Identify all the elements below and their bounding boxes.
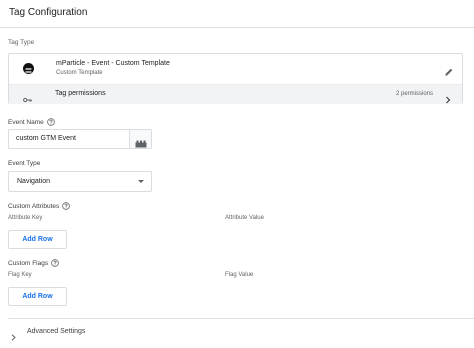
dropdown-caret-icon (138, 180, 144, 183)
help-icon[interactable] (51, 259, 59, 267)
chevron-right-icon[interactable] (11, 328, 16, 341)
tag-permissions-label: Tag permissions (55, 90, 106, 97)
tag-template-name: mParticle - Event - Custom Template (56, 60, 170, 67)
tag-template-subtitle: Custom Template (56, 70, 103, 76)
flag-value-header: Flag Value (225, 272, 254, 278)
flag-key-header: Flag Key (8, 272, 32, 278)
add-attribute-row-button[interactable]: Add Row (8, 230, 67, 249)
edit-pencil-icon[interactable] (444, 64, 454, 76)
add-flag-row-button[interactable]: Add Row (8, 287, 67, 306)
event-name-input[interactable]: custom GTM Event (8, 129, 152, 149)
panel-header: Tag Configuration (0, 0, 474, 28)
variable-block-icon (135, 135, 147, 148)
event-name-label-group: Event Name (8, 118, 55, 126)
attribute-key-header: Attribute Key (8, 215, 43, 221)
custom-attributes-label: Custom Attributes (8, 202, 60, 210)
key-icon (23, 91, 32, 103)
divider (8, 318, 474, 319)
tag-type-summary[interactable]: mParticle - Event - Custom Template Cust… (9, 54, 462, 84)
tag-type-label: Tag Type (8, 39, 35, 46)
help-icon[interactable] (46, 118, 55, 126)
event-name-value: custom GTM Event (16, 135, 76, 142)
custom-flags-label: Custom Flags (8, 259, 49, 267)
tag-permissions-count: 2 permissions (395, 91, 433, 97)
event-type-value: Navigation (17, 178, 51, 185)
advanced-settings-toggle[interactable]: Advanced Settings (27, 328, 85, 335)
custom-attributes-label-group: Custom Attributes (8, 202, 71, 210)
help-icon[interactable] (62, 202, 71, 210)
event-type-select[interactable]: Navigation (8, 171, 152, 192)
insert-variable-button[interactable] (129, 130, 151, 148)
chevron-right-icon (445, 91, 451, 104)
event-name-label: Event Name (8, 118, 44, 126)
event-type-label: Event Type (8, 160, 41, 167)
custom-flags-label-group: Custom Flags (8, 259, 59, 267)
tag-type-card: mParticle - Event - Custom Template Cust… (8, 53, 463, 104)
mparticle-logo-icon (23, 63, 34, 74)
tag-permissions-row[interactable]: Tag permissions 2 permissions (9, 84, 462, 104)
attribute-value-header: Attribute Value (225, 215, 264, 221)
panel-title: Tag Configuration (9, 7, 88, 18)
